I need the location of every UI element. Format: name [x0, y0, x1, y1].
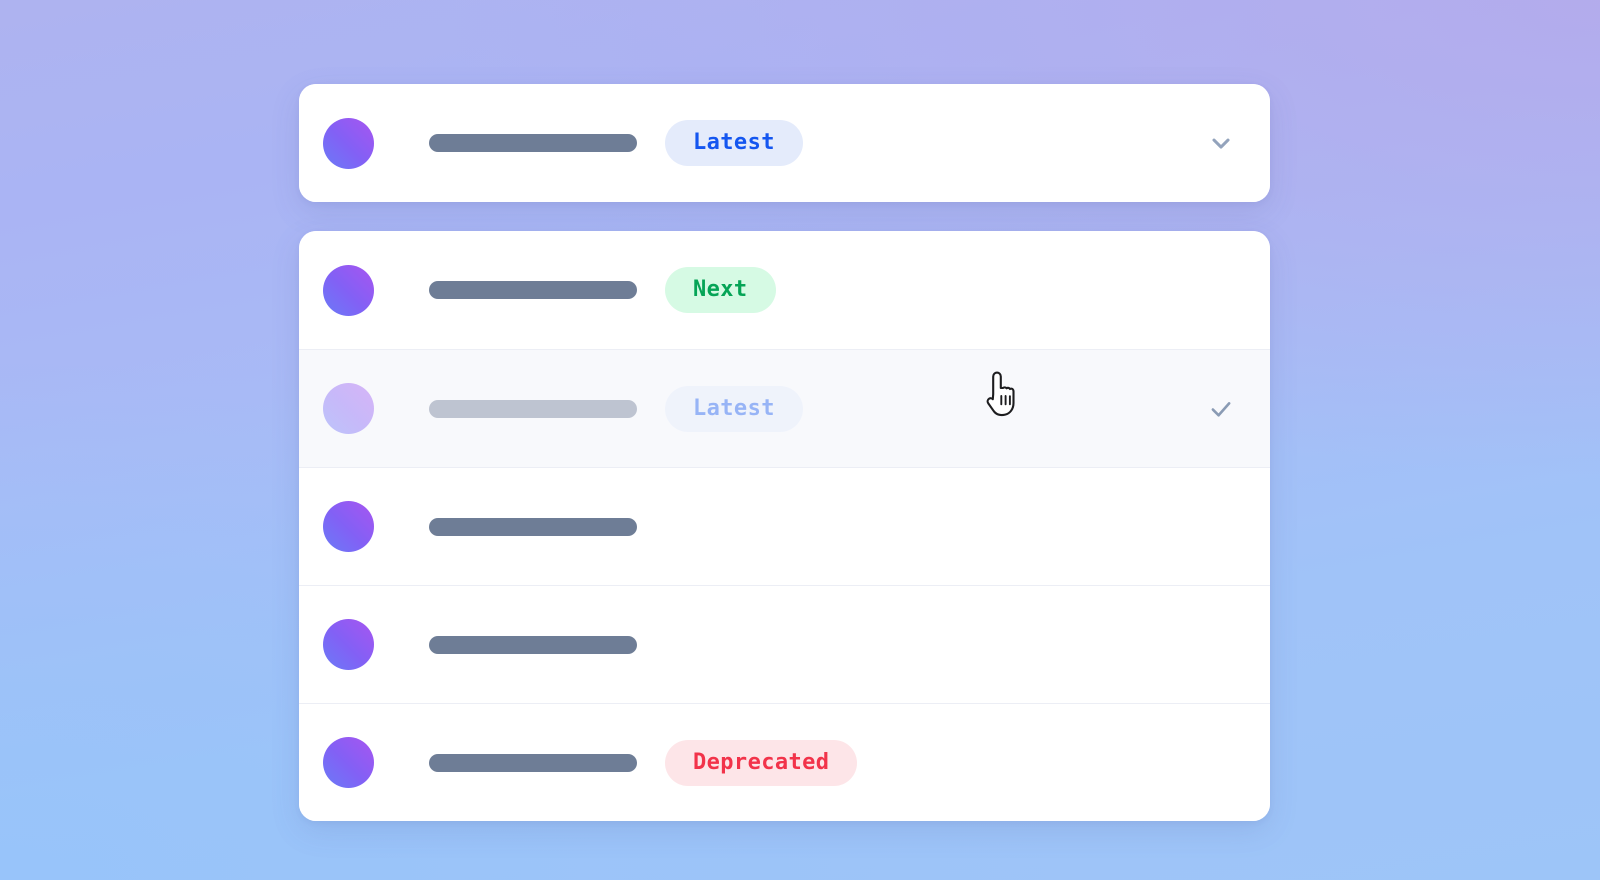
label-placeholder-bar [429, 635, 637, 654]
trigger-row[interactable]: Latest [299, 84, 1270, 202]
label-placeholder-bar [429, 399, 637, 418]
avatar [323, 501, 374, 552]
list-item-deprecated[interactable]: Deprecated [299, 703, 1270, 821]
label-placeholder-bar [429, 281, 637, 299]
version-option-list-card: Next Latest Deprecated [299, 231, 1270, 821]
avatar [323, 264, 374, 316]
list-item-4[interactable] [299, 585, 1270, 703]
list-item-3[interactable] [299, 467, 1270, 585]
chevron-down-icon[interactable] [1204, 126, 1238, 160]
label-placeholder-bar [429, 517, 637, 536]
status-badge-deprecated: Deprecated [665, 739, 858, 786]
status-badge-next: Next [665, 267, 776, 313]
check-icon [1204, 392, 1238, 426]
label-placeholder-bar [429, 134, 637, 152]
version-selector: Latest Next Latest Deprecated [299, 84, 1270, 821]
status-badge-latest: Latest [665, 385, 803, 432]
avatar [323, 619, 374, 670]
label-placeholder-bar [429, 753, 637, 772]
avatar [323, 383, 374, 434]
avatar [323, 117, 374, 169]
list-item-next[interactable]: Next [299, 231, 1270, 349]
avatar [323, 737, 374, 788]
list-item-latest-selected[interactable]: Latest [299, 349, 1270, 467]
status-badge-latest: Latest [665, 120, 803, 166]
version-select-trigger-card[interactable]: Latest [299, 84, 1270, 202]
